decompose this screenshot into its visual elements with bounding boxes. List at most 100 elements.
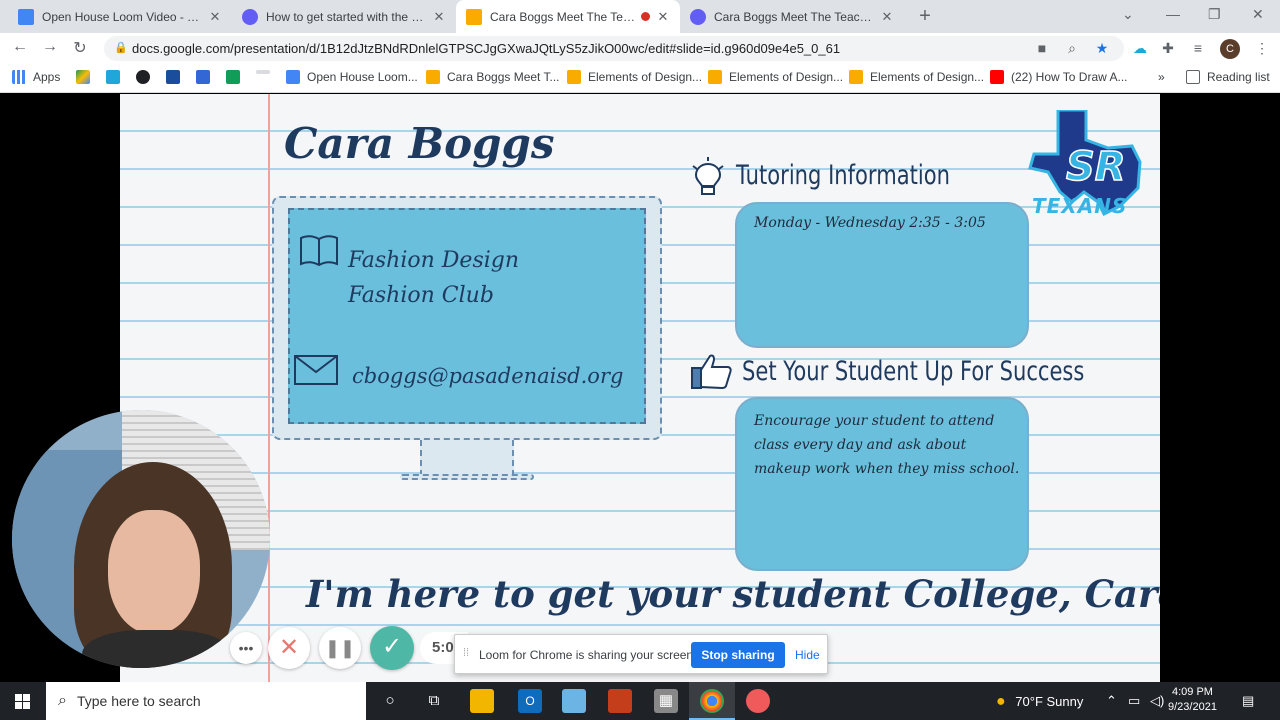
bookmark-label: Apps xyxy=(33,70,61,84)
apps-grid-icon xyxy=(12,70,26,84)
show-hidden-icons-icon[interactable]: ⌃ xyxy=(1106,693,1117,709)
tab-search-icon[interactable]: ⌄ xyxy=(1122,6,1134,23)
stripes-icon xyxy=(166,70,180,84)
system-clock[interactable]: 4:09 PM 9/23/2021 xyxy=(1168,685,1217,715)
chrome-icon[interactable] xyxy=(700,689,724,713)
bookmark-open-house[interactable]: Open House Loom... xyxy=(286,70,418,84)
bookmark-youtube[interactable]: (22) How To Draw A... xyxy=(990,70,1127,84)
profile-avatar[interactable]: C xyxy=(1220,39,1240,59)
search-placeholder: Type here to search xyxy=(76,693,201,709)
tutoring-text: Monday - Wednesday 2:35 - 3:05 xyxy=(754,215,986,231)
bookmark-elements-2[interactable]: Elements of Design... xyxy=(708,70,843,84)
stop-sharing-button[interactable]: Stop sharing xyxy=(691,642,785,668)
tab-4[interactable]: Cara Boggs Meet The Teacher - S ✕ xyxy=(680,0,904,33)
more-bookmarks-icon[interactable]: » xyxy=(1158,70,1165,84)
back-icon[interactable]: ← xyxy=(10,38,30,56)
media-icon[interactable]: ≡ xyxy=(1190,40,1206,56)
tab-2[interactable]: How to get started with the Loom ✕ xyxy=(232,0,456,33)
cloud-extension-icon[interactable]: ☁ xyxy=(1132,40,1148,56)
bookmark-label: Elements of Design... xyxy=(588,70,703,84)
docs-icon xyxy=(286,70,300,84)
close-icon[interactable]: ✕ xyxy=(656,9,670,25)
more-options-icon[interactable]: ••• xyxy=(230,632,262,664)
camera-icon[interactable]: ■ xyxy=(1034,40,1050,56)
monitor-stand xyxy=(420,440,514,476)
loom-taskbar-icon[interactable] xyxy=(746,689,770,713)
bookmark-elements-1[interactable]: Elements of Design... xyxy=(567,70,702,84)
bookmark-cloud[interactable] xyxy=(106,70,127,84)
tab-strip: Open House Loom Video - Teach ✕ How to g… xyxy=(0,0,1280,33)
pause-recording-button[interactable]: ❚❚ xyxy=(319,627,361,669)
close-icon[interactable]: ✕ xyxy=(880,9,894,25)
windows-start-icon[interactable] xyxy=(0,682,46,720)
paint-icon[interactable] xyxy=(608,689,632,713)
reload-icon[interactable]: ↻ xyxy=(70,38,90,58)
bookmark-dash[interactable] xyxy=(256,70,277,74)
slides-icon xyxy=(426,70,440,84)
minimize-icon[interactable]: — xyxy=(1166,6,1180,22)
bookmark-elements-3[interactable]: Elements of Design... xyxy=(849,70,984,84)
finish-recording-button[interactable]: ✓ xyxy=(370,626,414,670)
extensions-icon[interactable]: ✚ xyxy=(1160,40,1176,56)
weather-text: 70°F Sunny xyxy=(1015,694,1084,709)
tab-title: How to get started with the Loom xyxy=(266,9,426,24)
cortana-icon[interactable]: ○ xyxy=(378,689,402,713)
weather-widget[interactable]: ● 70°F Sunny xyxy=(996,693,1083,711)
zoom-icon[interactable]: ⌕ xyxy=(1064,40,1080,56)
course-fashion-design: Fashion Design xyxy=(348,248,520,273)
close-icon[interactable]: ✕ xyxy=(208,9,222,25)
tab-1[interactable]: Open House Loom Video - Teach ✕ xyxy=(8,0,232,33)
close-icon[interactable]: ✕ xyxy=(432,9,446,25)
search-icon: ⌕ xyxy=(58,692,67,709)
network-icon[interactable]: ▭ xyxy=(1128,693,1140,709)
bookmark-cara-boggs[interactable]: Cara Boggs Meet T... xyxy=(426,70,560,84)
slide-canvas[interactable]: Cara Boggs Fashion Design Fashion Club c… xyxy=(120,94,1160,682)
outlook-icon[interactable]: O xyxy=(518,689,542,713)
taskbar-search[interactable]: ⌕ Type here to search xyxy=(46,682,366,720)
bookmark-star-icon[interactable]: ★ xyxy=(1094,40,1110,56)
docs-icon xyxy=(18,8,34,25)
thumbs-up-icon xyxy=(691,354,732,390)
maximize-icon[interactable]: ❐ xyxy=(1208,6,1221,23)
cancel-recording-button[interactable]: ✕ xyxy=(268,627,310,669)
tab-3-active[interactable]: Cara Boggs Meet The Teache ✕ xyxy=(456,0,680,33)
lightbulb-icon xyxy=(692,157,724,195)
bookmark-plus[interactable] xyxy=(226,70,247,84)
recording-icon xyxy=(641,12,650,21)
hide-link[interactable]: Hide xyxy=(795,648,820,662)
bookmark-s[interactable] xyxy=(136,70,157,84)
bookmark-drive[interactable] xyxy=(76,70,97,84)
bookmark-forms[interactable] xyxy=(196,70,217,84)
teacher-name: Cara Boggs xyxy=(284,119,555,168)
dash-icon xyxy=(256,70,270,74)
plus-green-icon xyxy=(226,70,240,84)
notifications-icon[interactable]: ▤ xyxy=(1242,693,1254,709)
cloud-icon xyxy=(106,70,120,84)
bookmark-label: Cara Boggs Meet T... xyxy=(447,70,560,84)
webcam-bubble[interactable] xyxy=(12,410,270,668)
menu-icon[interactable]: ⋮ xyxy=(1254,40,1270,56)
bookmark-label: Elements of Design... xyxy=(729,70,844,84)
calculator-icon[interactable]: ▦ xyxy=(654,689,678,713)
file-explorer-icon[interactable] xyxy=(470,689,494,713)
forward-icon[interactable]: → xyxy=(40,38,60,56)
task-view-icon[interactable]: ⧉ xyxy=(422,689,446,713)
monitor-base xyxy=(400,474,534,480)
address-bar[interactable]: 🔒 docs.google.com/presentation/d/1B12dJt… xyxy=(104,36,1124,61)
s-circle-icon xyxy=(136,70,150,84)
window-close-icon[interactable]: ✕ xyxy=(1252,6,1264,23)
share-message: Loom for Chrome is sharing your screen. xyxy=(479,648,697,662)
reading-list-icon xyxy=(1186,70,1200,84)
reading-list-button[interactable]: Reading list xyxy=(1186,70,1270,84)
url-text: docs.google.com/presentation/d/1B12dJtzB… xyxy=(132,41,841,56)
sun-icon: ● xyxy=(996,693,1006,710)
bookmark-apps[interactable]: Apps xyxy=(12,70,60,84)
volume-icon[interactable]: ◁) xyxy=(1150,693,1164,709)
lock-icon: 🔒 xyxy=(114,42,128,54)
success-heading: Set Your Student Up For Success xyxy=(742,356,1085,387)
new-tab-button[interactable]: + xyxy=(913,5,937,28)
app-icon[interactable] xyxy=(562,689,586,713)
drag-handle-icon[interactable]: ⁞⁞ xyxy=(463,647,469,659)
bookmark-stripes[interactable] xyxy=(166,70,187,84)
book-icon xyxy=(300,235,338,267)
